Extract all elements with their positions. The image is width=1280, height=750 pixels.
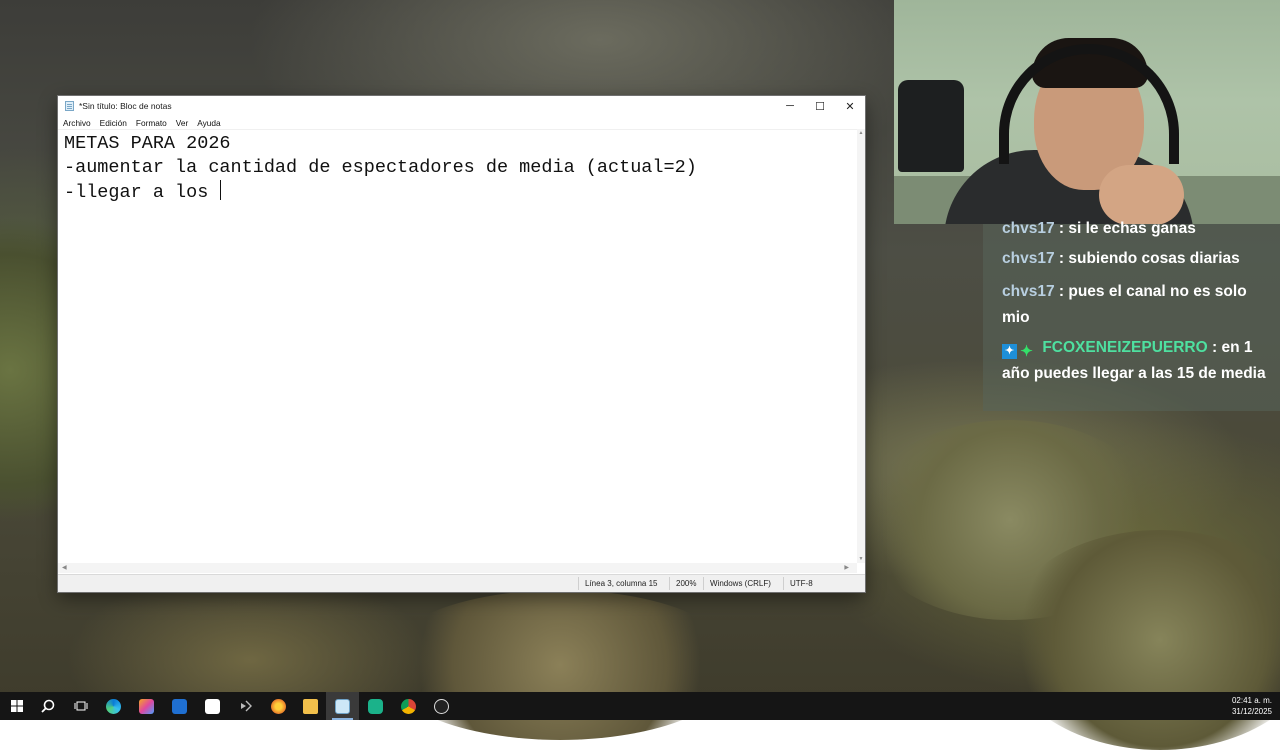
chat-text: : si le echas ganas [1058, 220, 1196, 237]
taskbar-notepad[interactable] [326, 692, 359, 720]
obs-icon [434, 698, 449, 714]
window-title: *Sin título: Bloc de notas [79, 101, 172, 111]
mail-icon [172, 698, 187, 714]
taskbar-visual-studio[interactable] [229, 692, 262, 720]
taskbar-obs[interactable] [425, 692, 458, 720]
status-divider [703, 577, 704, 590]
line-ending: Windows (CRLF) [710, 579, 771, 588]
menu-edicion[interactable]: Edición [100, 118, 127, 128]
taskbar-mail[interactable] [163, 692, 196, 720]
menu-archivo[interactable]: Archivo [63, 118, 91, 128]
visual-studio-icon [240, 700, 252, 712]
horizontal-scrollbar[interactable]: ◀ ▶ [58, 563, 857, 573]
chat-message: chvs17 : pues el canal no es solo mio [1002, 279, 1270, 331]
notepad-taskbar-icon [335, 698, 350, 714]
edge-icon [106, 698, 121, 714]
status-divider [578, 577, 579, 590]
taskbar-store[interactable] [196, 692, 229, 720]
scroll-right-icon[interactable]: ▶ [844, 564, 849, 571]
chrome-icon [401, 698, 416, 714]
text-line-content: -llegar a los [64, 182, 220, 203]
status-divider [669, 577, 670, 590]
zoom-level: 200% [676, 579, 697, 588]
webcam-jersey [898, 80, 964, 172]
chat-badges: ✦ ✦ [1002, 344, 1034, 359]
windows-start-icon [10, 700, 23, 712]
chat-username: chvs17 [1002, 250, 1055, 267]
webcam-feed [894, 0, 1280, 224]
prime-badge-icon: ✦ [1002, 344, 1017, 359]
chat-text: : subiendo cosas diarias [1058, 250, 1240, 267]
status-divider [783, 577, 784, 590]
encoding: UTF-8 [790, 579, 813, 588]
store-icon [205, 698, 220, 714]
menu-bar: Archivo Edición Formato Ver Ayuda [58, 116, 865, 129]
search-icon [40, 699, 54, 713]
scroll-up-icon[interactable]: ▲ [857, 129, 865, 137]
notepad-window[interactable]: *Sin título: Bloc de notas ─ ☐ ✕ Archivo… [58, 96, 865, 592]
text-line: -aumentar la cantidad de espectadores de… [64, 157, 697, 178]
taskbar-chrome[interactable] [392, 692, 425, 720]
start-button[interactable] [0, 692, 33, 720]
menu-ayuda[interactable]: Ayuda [197, 118, 220, 128]
chat-username: chvs17 [1002, 220, 1055, 237]
taskbar-file-explorer[interactable] [294, 692, 327, 720]
taskbar-edge[interactable] [97, 692, 130, 720]
taskbar-search[interactable] [31, 692, 64, 720]
chat-username: chvs17 [1002, 283, 1055, 300]
clock-time: 02:41 a. m. [1231, 696, 1272, 705]
notepad-icon [65, 101, 74, 111]
minimize-button[interactable]: ─ [775, 96, 805, 116]
text-caret [220, 180, 222, 200]
folder-icon [303, 698, 318, 714]
text-line-current: -llegar a los [64, 180, 857, 205]
stream-chat: chvs17 : si le echas ganas chvs17 : subi… [983, 220, 1280, 411]
sparkle-badge-icon: ✦ [1020, 343, 1033, 360]
taskbar: 02:41 a. m. 31/12/2025 [0, 692, 1280, 720]
system-clock[interactable]: 02:41 a. m. 31/12/2025 [1232, 695, 1272, 717]
chat-message: chvs17 : si le echas ganas [1002, 216, 1270, 242]
chat-message: ✦ ✦ FCOXENEIZEPUERRO : en 1 año puedes l… [1002, 335, 1270, 387]
browser-orange-icon [271, 698, 286, 714]
status-bar: Línea 3, columna 15 200% Windows (CRLF) … [58, 574, 865, 592]
taskbar-browser[interactable] [262, 692, 295, 720]
headset-icon [999, 44, 1179, 164]
copilot-icon [139, 698, 154, 714]
task-view-icon [74, 701, 87, 711]
scroll-down-icon[interactable]: ▼ [857, 555, 865, 563]
menu-ver[interactable]: Ver [176, 118, 188, 128]
taskbar-app-green[interactable] [359, 692, 392, 720]
chat-username: FCOXENEIZEPUERRO [1042, 339, 1208, 356]
title-bar[interactable]: *Sin título: Bloc de notas ─ ☐ ✕ [58, 96, 865, 116]
scroll-left-icon[interactable]: ◀ [62, 564, 67, 571]
taskbar-copilot[interactable] [130, 692, 163, 720]
vertical-scrollbar[interactable]: ▲ ▼ [857, 129, 865, 563]
maximize-button[interactable]: ☐ [805, 96, 835, 116]
chat-message: chvs17 : subiendo cosas diarias [1002, 246, 1270, 272]
green-app-icon [368, 698, 383, 714]
menu-formato[interactable]: Formato [136, 118, 167, 128]
cursor-position: Línea 3, columna 15 [585, 579, 658, 588]
text-line: METAS PARA 2026 [64, 133, 231, 154]
close-button[interactable]: ✕ [835, 96, 865, 116]
clock-date: 31/12/2025 [1231, 707, 1272, 716]
taskbar-task-view[interactable] [64, 692, 97, 720]
text-editor[interactable]: METAS PARA 2026 -aumentar la cantidad de… [58, 129, 857, 563]
